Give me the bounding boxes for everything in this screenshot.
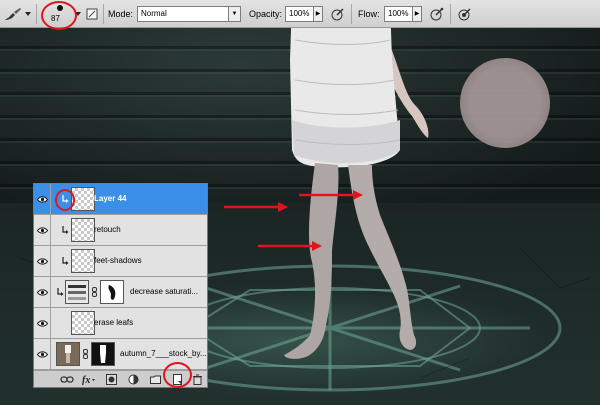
pressure-size-button[interactable]: [458, 0, 472, 28]
eye-icon: [37, 196, 48, 203]
separator: [36, 4, 37, 24]
visibility-toggle[interactable]: [34, 215, 51, 245]
hue-saturation-icon: [68, 285, 86, 300]
adjustment-layer-icon[interactable]: [128, 374, 139, 385]
pen-pressure-size-icon: [458, 8, 471, 21]
mode-label: Mode:: [108, 9, 134, 19]
tool-options-bar: 87 Mode: Normal ▼ Opacity: 100% ▶ Flow: …: [0, 0, 600, 30]
eye-icon: [37, 227, 48, 234]
eye-icon: [37, 289, 48, 296]
visibility-toggle[interactable]: [34, 308, 51, 338]
mask-shape: [100, 345, 106, 363]
opacity-field[interactable]: 100% ▶: [285, 0, 323, 28]
mask-shape: [108, 285, 116, 300]
layer-name: Layer 44: [94, 194, 127, 203]
layer-thumbnail: [71, 249, 95, 273]
visibility-toggle[interactable]: [34, 184, 51, 214]
visibility-toggle[interactable]: [34, 246, 51, 276]
flow-field[interactable]: 100% ▶: [384, 0, 422, 28]
layer-style-fx-icon[interactable]: fx: [82, 374, 96, 385]
clipping-mask-icon: [62, 257, 69, 265]
brush-panel-toggle[interactable]: [86, 0, 98, 28]
opacity-value: 100%: [285, 6, 314, 22]
layer-name: autumn_7___stock_by...: [120, 349, 206, 358]
chevron-down-icon: [25, 12, 31, 16]
layers-panel: Layer 44 retouch feet-shadows decrease s…: [33, 183, 208, 388]
opacity-label: Opacity:: [249, 9, 283, 19]
chain-link-icon[interactable]: [92, 287, 97, 297]
pressure-opacity-button[interactable]: [331, 0, 345, 28]
visibility-toggle[interactable]: [34, 339, 51, 369]
folder-icon[interactable]: [150, 374, 161, 385]
annotation-circle-clip-icon: [55, 189, 75, 211]
mode-select-chevron: ▼: [229, 6, 241, 22]
layer-thumbnail: [71, 218, 95, 242]
layer-mask-thumbnail[interactable]: [100, 280, 124, 304]
separator: [351, 4, 352, 24]
layer-name: decrease saturati...: [130, 287, 199, 296]
layer-thumbnail: [71, 311, 95, 335]
link-layers-icon[interactable]: [60, 374, 74, 385]
opacity-slider-toggle[interactable]: ▶: [314, 6, 323, 22]
layer-row[interactable]: feet-shadows: [34, 246, 207, 277]
layer-mask-thumbnail[interactable]: [91, 342, 115, 366]
annotation-circle-new-layer: [163, 362, 192, 388]
mode-select-value: Normal: [137, 6, 229, 22]
brush-cursor-circle: [460, 58, 550, 148]
photo-figure: [65, 345, 71, 363]
layer-name: feet-shadows: [94, 256, 142, 265]
airbrush-button[interactable]: [430, 0, 444, 28]
trash-icon[interactable]: [192, 374, 203, 385]
adjustment-thumbnail: [65, 280, 89, 304]
flow-slider-toggle[interactable]: ▶: [413, 6, 422, 22]
red-arrow-3: [258, 241, 322, 251]
clipping-mask-icon: [62, 226, 69, 234]
red-arrow-2: [299, 190, 363, 200]
layer-name: erase leafs: [94, 318, 134, 327]
layer-row[interactable]: retouch: [34, 215, 207, 246]
annotation-circle-brush-size: [41, 1, 77, 30]
red-arrow-1: [224, 202, 288, 212]
eye-icon: [37, 351, 48, 358]
brush-icon: [5, 8, 21, 20]
brush-tool-preset-button[interactable]: [4, 0, 32, 28]
separator: [103, 4, 104, 24]
svg-text:fx: fx: [82, 375, 90, 385]
layer-row[interactable]: erase leafs: [34, 308, 207, 339]
photo-thumbnail: [56, 342, 80, 366]
eye-icon: [37, 320, 48, 327]
visibility-toggle[interactable]: [34, 277, 51, 307]
layer-name: retouch: [94, 225, 121, 234]
mode-select[interactable]: Normal ▼: [137, 0, 241, 28]
airbrush-icon: [430, 7, 444, 21]
layer-row[interactable]: decrease saturati...: [34, 277, 207, 308]
eye-icon: [37, 258, 48, 265]
brush-panel-icon: [86, 8, 98, 20]
flow-label: Flow:: [358, 9, 380, 19]
pen-pressure-icon: [331, 8, 344, 21]
flow-value: 100%: [384, 6, 413, 22]
separator: [450, 4, 451, 24]
clipping-mask-icon: [57, 288, 64, 296]
chain-link-icon[interactable]: [83, 349, 88, 359]
add-mask-icon[interactable]: [106, 374, 117, 385]
